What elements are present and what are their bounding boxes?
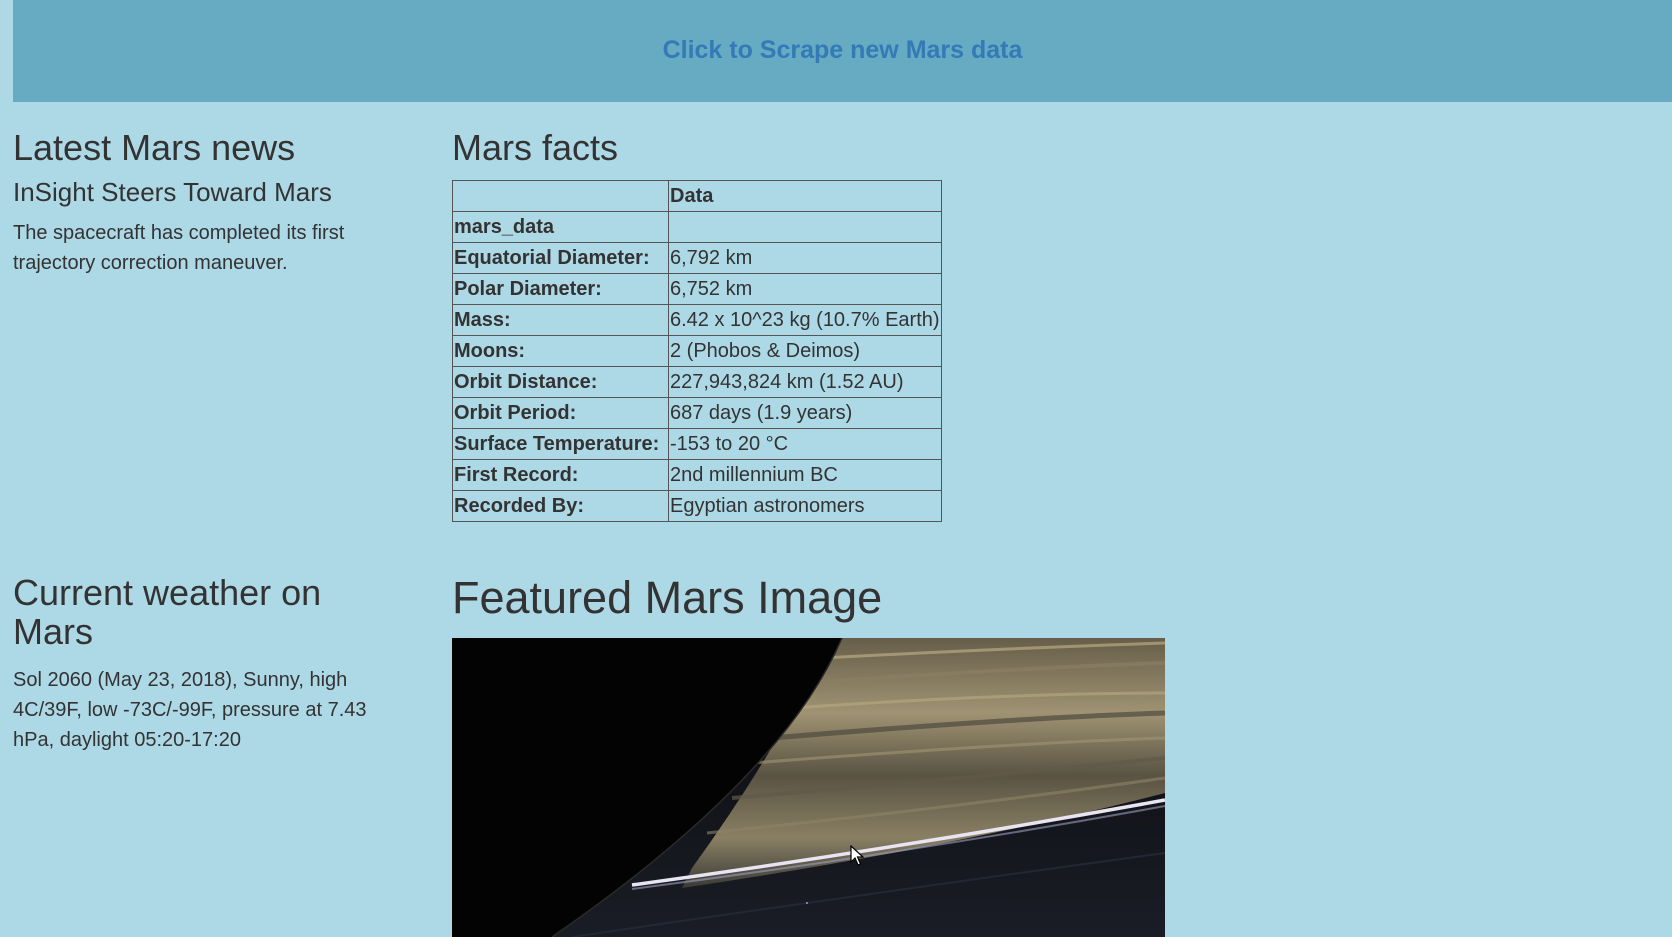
facts-index-empty [668,211,942,243]
news-section: Latest Mars news InSight Steers Toward M… [13,128,393,278]
facts-index-row: mars_data [452,211,942,243]
weather-section: Current weather on Mars Sol 2060 (May 23… [13,573,393,755]
facts-section: Mars facts Data mars_data Equatorial Dia… [452,128,1252,522]
table-row: First Record: 2nd millennium BC [452,459,942,491]
news-body: The spacecraft has completed its first t… [13,222,345,274]
saturn-rings-image [452,638,1165,937]
fact-label: Mass: [452,304,669,336]
facts-column-header: Data [668,180,942,212]
scrape-button[interactable]: Click to Scrape new Mars data [13,36,1672,65]
fact-label: Moons: [452,335,669,367]
news-title: InSight Steers Toward Mars [13,177,332,207]
fact-value: 2nd millennium BC [668,459,942,491]
fact-label: Equatorial Diameter: [452,242,669,274]
weather-text: Sol 2060 (May 23, 2018), Sunny, high 4C/… [13,669,367,751]
fact-label: Orbit Distance: [452,366,669,398]
facts-index-name: mars_data [452,211,669,243]
featured-heading: Featured Mars Image [452,572,883,623]
fact-label: Orbit Period: [452,397,669,429]
fact-label: Surface Temperature: [452,428,669,460]
table-row: Equatorial Diameter: 6,792 km [452,242,942,274]
table-row: Mass: 6.42 x 10^23 kg (10.7% Earth) [452,304,942,336]
page: Click to Scrape new Mars data Latest Mar… [0,0,1672,937]
facts-table: Data mars_data Equatorial Diameter: 6,79… [452,180,942,522]
fact-value: 227,943,824 km (1.52 AU) [668,366,942,398]
fact-value: Egyptian astronomers [668,490,942,522]
facts-header-row: Data [452,180,942,212]
fact-label: First Record: [452,459,669,491]
fact-value: 6,752 km [668,273,942,305]
fact-value: 2 (Phobos & Deimos) [668,335,942,367]
featured-section: Featured Mars Image [452,573,882,623]
fact-value: 687 days (1.9 years) [668,397,942,429]
fact-label: Polar Diameter: [452,273,669,305]
table-row: Moons: 2 (Phobos & Deimos) [452,335,942,367]
table-row: Orbit Period: 687 days (1.9 years) [452,397,942,429]
table-row: Surface Temperature: -153 to 20 °C [452,428,942,460]
table-row: Recorded By: Egyptian astronomers [452,490,942,522]
header-jumbotron: Click to Scrape new Mars data [13,0,1672,102]
facts-heading: Mars facts [452,127,619,168]
weather-heading: Current weather on Mars [13,572,322,652]
fact-value: 6.42 x 10^23 kg (10.7% Earth) [668,304,942,336]
facts-corner-cell [452,180,669,212]
news-heading: Latest Mars news [13,127,296,168]
fact-label: Recorded By: [452,490,669,522]
table-row: Polar Diameter: 6,752 km [452,273,942,305]
mouse-cursor-icon [850,844,865,872]
fact-value: -153 to 20 °C [668,428,942,460]
table-row: Orbit Distance: 227,943,824 km (1.52 AU) [452,366,942,398]
fact-value: 6,792 km [668,242,942,274]
featured-image [452,638,1165,937]
